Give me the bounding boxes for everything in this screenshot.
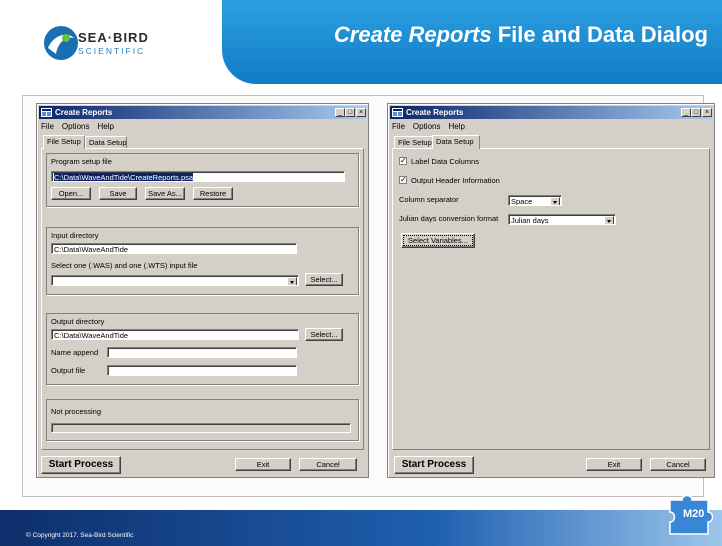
output-header-checkbox[interactable]: ✓: [399, 176, 407, 184]
column-separator-dropdown[interactable]: Space: [508, 195, 562, 206]
exit-button[interactable]: Exit: [586, 458, 642, 471]
julian-days-value: Julian days: [511, 216, 549, 225]
output-file-field: [107, 365, 297, 376]
tab-data-setup[interactable]: Data Setup: [85, 136, 127, 148]
tab-data-setup[interactable]: Data Setup: [432, 135, 480, 149]
chevron-down-icon[interactable]: [287, 277, 297, 285]
exit-button[interactable]: Exit: [235, 458, 291, 471]
label-data-columns-checkbox[interactable]: ✓: [399, 157, 407, 165]
maximize-button[interactable]: □: [691, 108, 701, 117]
program-setup-path: C:\Data\WaveAndTide\CreateReports.psa: [54, 173, 194, 182]
menu-file[interactable]: File: [41, 122, 54, 131]
select-variables-button[interactable]: Select Variables...: [401, 233, 475, 248]
input-select-button[interactable]: Select...: [305, 273, 343, 286]
input-directory-field[interactable]: C:\Data\WaveAndTide: [51, 243, 297, 254]
minimize-button[interactable]: _: [335, 108, 345, 117]
tab-file-setup[interactable]: File Setup: [43, 135, 85, 149]
start-process-button[interactable]: Start Process: [41, 456, 121, 474]
right-tab-panel: ✓ Label Data Columns ✓ Output Header Inf…: [392, 148, 710, 450]
input-directory-label: Input directory: [51, 231, 99, 240]
save-as-button[interactable]: Save As...: [145, 187, 185, 200]
save-button[interactable]: Save: [99, 187, 137, 200]
title-panel: Create Reports File and Data Dialog: [222, 0, 722, 84]
progress-bar: [51, 423, 351, 433]
program-setup-file-field[interactable]: C:\Data\WaveAndTide\CreateReports.psa: [51, 171, 345, 182]
start-process-button[interactable]: Start Process: [394, 456, 474, 474]
right-title-bar[interactable]: Create Reports _ □ ×: [390, 106, 712, 119]
left-menu-bar: File Options Help: [41, 122, 122, 132]
sea-bird-logo-icon: [44, 26, 78, 60]
input-file-dropdown[interactable]: [51, 275, 299, 286]
chevron-down-icon[interactable]: [604, 216, 614, 224]
slide-title-italic: Create Reports: [333, 22, 492, 47]
cancel-button[interactable]: Cancel: [650, 458, 706, 471]
close-button[interactable]: ×: [356, 108, 366, 117]
copyright-text: © Copyright 2017. Sea-Bird Scientific: [26, 532, 134, 539]
column-separator-value: Space: [511, 197, 533, 206]
output-directory-field[interactable]: C:\Data\WaveAndTide: [51, 329, 299, 340]
slide-title: Create Reports File and Data Dialog: [334, 22, 708, 48]
logo: SEA·BIRD SCIENTIFIC: [42, 24, 182, 64]
status-text: Not processing: [51, 407, 102, 416]
julian-days-dropdown[interactable]: Julian days: [508, 214, 616, 225]
column-separator-label: Column separator: [399, 195, 459, 204]
output-directory-label: Output directory: [51, 317, 105, 326]
input-group: Input directory C:\Data\WaveAndTide Sele…: [46, 227, 359, 295]
program-setup-group: Program setup file C:\Data\WaveAndTide\C…: [46, 153, 359, 207]
right-dialog-window: Create Reports _ □ × File Options Help Fil…: [387, 103, 715, 478]
name-append-label: Name append: [51, 348, 99, 357]
left-title-bar[interactable]: Create Reports _ □ ×: [39, 106, 366, 119]
menu-options[interactable]: Options: [62, 122, 90, 131]
label-data-columns-label: Label Data Columns: [411, 157, 479, 166]
menu-help[interactable]: Help: [97, 122, 113, 131]
app-icon: [392, 108, 403, 117]
restore-button[interactable]: Restore: [193, 187, 233, 200]
right-menu-bar: File Options Help: [392, 122, 473, 132]
right-window-title: Create Reports: [406, 108, 464, 117]
menu-help[interactable]: Help: [448, 122, 464, 131]
logo-line-2: SCIENTIFIC: [78, 46, 146, 56]
menu-options[interactable]: Options: [413, 122, 441, 131]
output-header-label: Output Header Information: [411, 176, 500, 185]
app-icon: [41, 108, 52, 117]
chevron-down-icon[interactable]: [550, 197, 560, 205]
cancel-button[interactable]: Cancel: [299, 458, 357, 471]
left-tab-panel: Program setup file C:\Data\WaveAndTide\C…: [41, 148, 364, 450]
status-group: Not processing: [46, 399, 359, 441]
output-group: Output directory C:\Data\WaveAndTide Sel…: [46, 313, 359, 385]
logo-line-1: SEA·BIRD: [78, 30, 149, 45]
tab-file-setup[interactable]: File Setup: [394, 136, 436, 148]
minimize-button[interactable]: _: [681, 108, 691, 117]
slide-title-rest: File and Data Dialog: [491, 22, 708, 47]
footer-band: © Copyright 2017. Sea-Bird Scientific: [0, 510, 722, 546]
module-badge: M20: [683, 508, 705, 520]
left-window-title: Create Reports: [55, 108, 113, 117]
julian-days-label: Julian days conversion format: [399, 214, 499, 223]
menu-file[interactable]: File: [392, 122, 405, 131]
close-button[interactable]: ×: [702, 108, 712, 117]
output-select-button[interactable]: Select...: [305, 328, 343, 341]
program-setup-label: Program setup file: [51, 157, 112, 166]
open-button[interactable]: Open...: [51, 187, 91, 200]
output-file-label: Output file: [51, 366, 86, 375]
name-append-field[interactable]: [107, 347, 297, 358]
left-dialog-window: Create Reports _ □ × File Options Help Fil…: [36, 103, 369, 478]
maximize-button[interactable]: □: [345, 108, 355, 117]
select-input-label: Select one (.WAS) and one (.WTS) input f…: [51, 261, 198, 270]
